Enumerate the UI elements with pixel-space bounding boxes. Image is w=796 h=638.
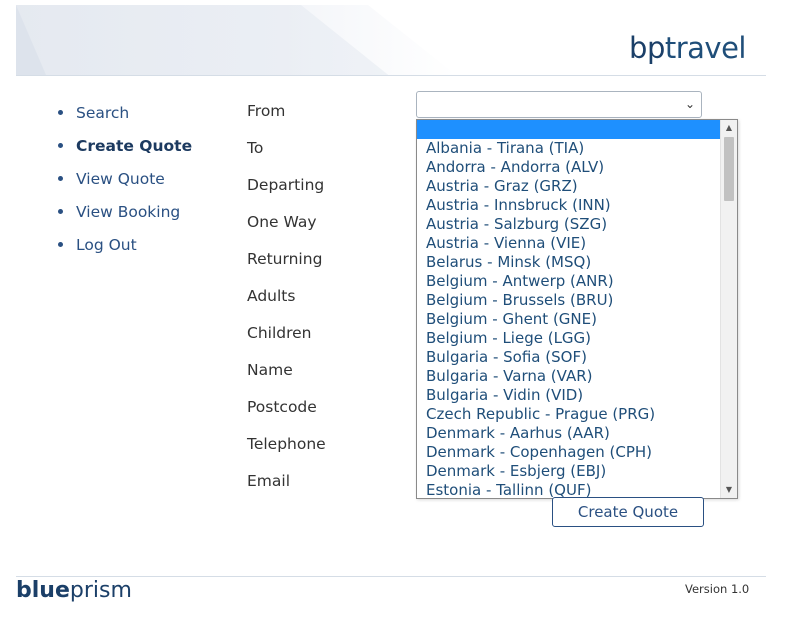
triangle-up-icon[interactable]: ▲ bbox=[721, 120, 737, 136]
page-header: bptravel bbox=[16, 5, 766, 76]
dropdown-option[interactable]: Denmark - Aarhus (AAR) bbox=[417, 424, 737, 443]
nav-item-view-booking[interactable]: View Booking bbox=[58, 195, 192, 228]
bullet-icon bbox=[58, 242, 63, 247]
dropdown-option[interactable]: Denmark - Copenhagen (CPH) bbox=[417, 443, 737, 462]
bptravel-logo: bptravel bbox=[629, 31, 746, 65]
nav-item-log-out[interactable]: Log Out bbox=[58, 228, 192, 261]
label-from: From bbox=[247, 101, 286, 120]
from-dropdown-list[interactable]: Albania - Tirana (TIA) Andorra - Andorra… bbox=[416, 119, 738, 499]
dropdown-option[interactable]: Austria - Graz (GRZ) bbox=[417, 177, 737, 196]
dropdown-option[interactable]: Czech Republic - Prague (PRG) bbox=[417, 405, 737, 424]
dropdown-option[interactable]: Belgium - Brussels (BRU) bbox=[417, 291, 737, 310]
nav-link-create-quote[interactable]: Create Quote bbox=[76, 137, 192, 155]
label-adults: Adults bbox=[247, 286, 296, 305]
sidebar-nav: Search Create Quote View Quote View Book… bbox=[58, 96, 192, 261]
label-name: Name bbox=[247, 360, 293, 379]
label-one-way: One Way bbox=[247, 212, 317, 231]
dropdown-option[interactable]: Albania - Tirana (TIA) bbox=[417, 139, 737, 158]
from-select[interactable]: ⌄ bbox=[416, 91, 702, 118]
dropdown-option[interactable]: Andorra - Andorra (ALV) bbox=[417, 158, 737, 177]
create-quote-button[interactable]: Create Quote bbox=[552, 497, 704, 527]
bullet-icon bbox=[58, 110, 63, 115]
dropdown-option[interactable]: Denmark - Esbjerg (EBJ) bbox=[417, 462, 737, 481]
label-returning: Returning bbox=[247, 249, 323, 268]
blueprism-logo: blueprism bbox=[16, 578, 132, 603]
dropdown-option[interactable]: Bulgaria - Varna (VAR) bbox=[417, 367, 737, 386]
nav-item-create-quote[interactable]: Create Quote bbox=[58, 129, 192, 162]
scrollbar-thumb[interactable] bbox=[724, 137, 734, 201]
label-telephone: Telephone bbox=[247, 434, 326, 453]
label-to: To bbox=[247, 138, 264, 157]
label-postcode: Postcode bbox=[247, 397, 317, 416]
nav-item-search[interactable]: Search bbox=[58, 96, 192, 129]
form-labels: From To Departing One Way Returning Adul… bbox=[247, 92, 326, 499]
dropdown-option[interactable]: Austria - Salzburg (SZG) bbox=[417, 215, 737, 234]
nav-link-view-quote[interactable]: View Quote bbox=[76, 170, 165, 188]
dropdown-option[interactable]: Belarus - Minsk (MSQ) bbox=[417, 253, 737, 272]
chevron-down-icon[interactable]: ⌄ bbox=[685, 97, 695, 111]
nav-item-view-quote[interactable]: View Quote bbox=[58, 162, 192, 195]
dropdown-option[interactable]: Belgium - Antwerp (ANR) bbox=[417, 272, 737, 291]
dropdown-option[interactable]: Belgium - Ghent (GNE) bbox=[417, 310, 737, 329]
label-email: Email bbox=[247, 471, 291, 490]
bullet-icon bbox=[58, 209, 63, 214]
dropdown-scrollbar[interactable]: ▲ ▼ bbox=[720, 120, 737, 498]
label-departing: Departing bbox=[247, 175, 325, 194]
dropdown-option[interactable]: Belgium - Liege (LGG) bbox=[417, 329, 737, 348]
dropdown-option[interactable]: Austria - Innsbruck (INN) bbox=[417, 196, 737, 215]
nav-link-log-out[interactable]: Log Out bbox=[76, 236, 137, 254]
dropdown-option[interactable]: Austria - Vienna (VIE) bbox=[417, 234, 737, 253]
nav-link-search[interactable]: Search bbox=[76, 104, 129, 122]
nav-link-view-booking[interactable]: View Booking bbox=[76, 203, 180, 221]
dropdown-option[interactable]: Bulgaria - Vidin (VID) bbox=[417, 386, 737, 405]
version-label: Version 1.0 bbox=[685, 582, 750, 596]
label-children: Children bbox=[247, 323, 312, 342]
triangle-down-icon[interactable]: ▼ bbox=[721, 482, 737, 498]
footer-divider bbox=[16, 576, 766, 577]
bullet-icon bbox=[58, 143, 63, 148]
bullet-icon bbox=[58, 176, 63, 181]
dropdown-option-empty-selected[interactable] bbox=[417, 120, 737, 139]
dropdown-option[interactable]: Bulgaria - Sofia (SOF) bbox=[417, 348, 737, 367]
